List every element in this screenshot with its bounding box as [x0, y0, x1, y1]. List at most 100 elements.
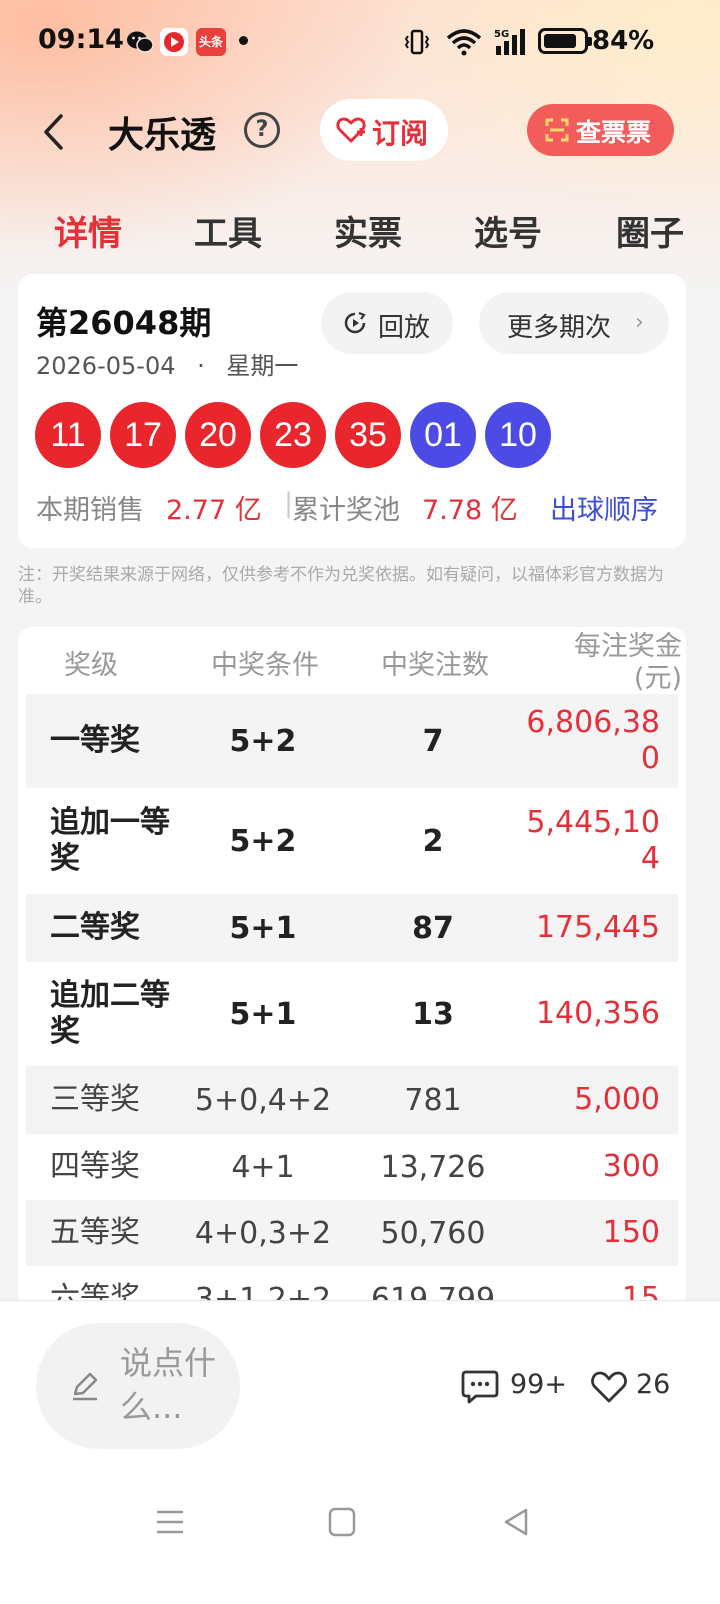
tab-pick-numbers[interactable]: 选号 [474, 206, 542, 255]
column-header-count: 中奖注数 [381, 650, 489, 681]
prize-condition: 4+0,3+2 [194, 1215, 332, 1251]
app-header: 大乐透 ? 订阅 查票票 [0, 96, 720, 166]
replay-label: 回放 [378, 313, 431, 343]
prize-condition: 5+2 [229, 723, 297, 759]
tab-details[interactable]: 详情 [54, 206, 122, 255]
heart-icon [591, 1371, 627, 1403]
back-ball: 10 [485, 402, 551, 468]
replay-button[interactable]: 回放 [321, 292, 453, 354]
winner-count: 13,726 [380, 1149, 486, 1185]
prize-level: 追加一等奖 [50, 805, 170, 876]
prize-amount: 175,445 [535, 910, 660, 945]
battery-level [544, 34, 576, 48]
comments-button[interactable]: 99+ [460, 1367, 570, 1407]
sales-summary: 本期销售 2.77 亿 | 累计奖池 7.78 亿 出球顺序 [36, 488, 676, 528]
prize-condition: 5+2 [229, 823, 297, 859]
check-ticket-label: 查票票 [576, 118, 652, 147]
column-header-level: 奖级 [64, 650, 118, 681]
subscribe-label: 订阅 [372, 117, 429, 150]
winner-count: 7 [422, 723, 444, 759]
wechat-icon [127, 31, 154, 53]
system-nav-bar [0, 1470, 720, 1604]
battery-percent: 84% [592, 26, 655, 56]
front-ball: 20 [185, 402, 251, 468]
tab-community[interactable]: 圈子 [616, 206, 684, 255]
battery-icon [538, 28, 592, 54]
comment-bubble-icon [461, 1370, 499, 1404]
toutiao-app-icon: 头条 [196, 28, 226, 56]
comment-count: 99+ [510, 1369, 567, 1400]
winner-count: 50,760 [380, 1215, 486, 1251]
prize-condition: 5+1 [229, 996, 297, 1032]
heart-plus-icon [336, 117, 366, 143]
check-ticket-button[interactable]: 查票票 [527, 104, 674, 156]
sales-value: 2.77 亿 [166, 495, 262, 526]
page-title: 大乐透 [108, 115, 217, 156]
table-row: 五等奖 4+0,3+2 50,760 150 [26, 1200, 678, 1266]
table-row: 四等奖 4+1 13,726 300 [26, 1134, 678, 1200]
back-triangle-icon[interactable] [496, 1502, 536, 1542]
pool-value: 7.78 亿 [422, 495, 518, 526]
replay-icon [344, 311, 366, 334]
winner-count: 781 [404, 1082, 462, 1118]
svg-text:5G: 5G [494, 29, 509, 40]
prize-amount: 5,000 [574, 1082, 660, 1117]
tab-tools[interactable]: 工具 [194, 206, 262, 255]
prize-amount: 6,806,380 [526, 705, 660, 776]
prize-condition: 5+0,4+2 [194, 1082, 332, 1118]
draw-result-card: 第26048期 2026-05-04 · 星期一 回放 更多期次 › 11 17… [18, 274, 686, 548]
disclaimer-note: 注：开奖结果来源于网络，仅供参考不作为兑奖依据。如有疑问，以福体彩官方数据为准。 [18, 565, 664, 607]
front-ball: 23 [260, 402, 326, 468]
prize-level: 四等奖 [50, 1149, 140, 1184]
back-ball: 01 [410, 402, 476, 468]
comment-input[interactable]: 说点什么... [36, 1323, 240, 1449]
back-arrow-icon[interactable] [34, 110, 74, 154]
prize-amount: 150 [602, 1215, 660, 1250]
prize-level: 五等奖 [50, 1215, 140, 1250]
prize-level: 二等奖 [50, 910, 140, 945]
winner-count: 2 [422, 823, 444, 859]
menu-icon[interactable] [150, 1502, 190, 1542]
front-ball: 17 [110, 402, 176, 468]
tab-real-tickets[interactable]: 实票 [334, 206, 402, 255]
more-issues-button[interactable]: 更多期次 › [479, 292, 669, 354]
prize-condition: 5+1 [229, 910, 297, 946]
notification-dot-icon [239, 36, 248, 45]
prize-condition: 4+1 [231, 1149, 295, 1185]
prize-level: 追加二等奖 [50, 978, 170, 1049]
video-app-icon [160, 28, 188, 56]
like-button[interactable]: 26 [590, 1367, 680, 1407]
draw-date: 2026-05-04 · 星期一 [36, 346, 298, 381]
prize-amount: 300 [602, 1149, 660, 1184]
question-mark-icon[interactable]: ? [244, 112, 280, 148]
date-value: 2026-05-04 [36, 352, 176, 380]
pencil-icon [73, 1372, 98, 1401]
more-issues-label: 更多期次 [507, 313, 612, 343]
column-header-condition: 中奖条件 [211, 650, 319, 681]
like-count: 26 [636, 1369, 671, 1400]
subscribe-button[interactable]: 订阅 [320, 99, 448, 161]
prize-amount: 5,445,104 [526, 805, 660, 876]
prize-amount: 140,356 [535, 996, 660, 1031]
table-row: 追加二等奖 5+1 13 140,356 [26, 962, 678, 1066]
ball-order-link[interactable]: 出球顺序 [550, 488, 658, 527]
winner-count: 87 [412, 910, 454, 946]
status-time: 09:14 [38, 24, 124, 55]
signal-5g-icon: 5G [494, 29, 525, 55]
table-row: 一等奖 5+2 7 6,806,380 [26, 694, 678, 788]
front-ball: 11 [35, 402, 101, 468]
vibrate-icon [404, 29, 430, 55]
weekday-value: 星期一 [226, 352, 299, 380]
tab-bar: 详情 工具 实票 选号 圈子 [0, 198, 720, 258]
prize-level: 一等奖 [50, 723, 140, 758]
status-bar: 09:14 头条 5G 84% [0, 0, 720, 84]
home-square-icon[interactable] [322, 1502, 362, 1542]
wifi-icon [446, 29, 482, 56]
column-header-amount: 每注奖金(元) [574, 631, 682, 694]
comment-placeholder: 说点什么... [120, 1344, 217, 1426]
pool-label: 累计奖池 [292, 495, 400, 526]
front-ball: 35 [335, 402, 401, 468]
comment-bar: 说点什么... 99+ 26 [0, 1300, 720, 1470]
sales-label: 本期销售 [36, 495, 144, 526]
winner-count: 13 [412, 996, 454, 1032]
